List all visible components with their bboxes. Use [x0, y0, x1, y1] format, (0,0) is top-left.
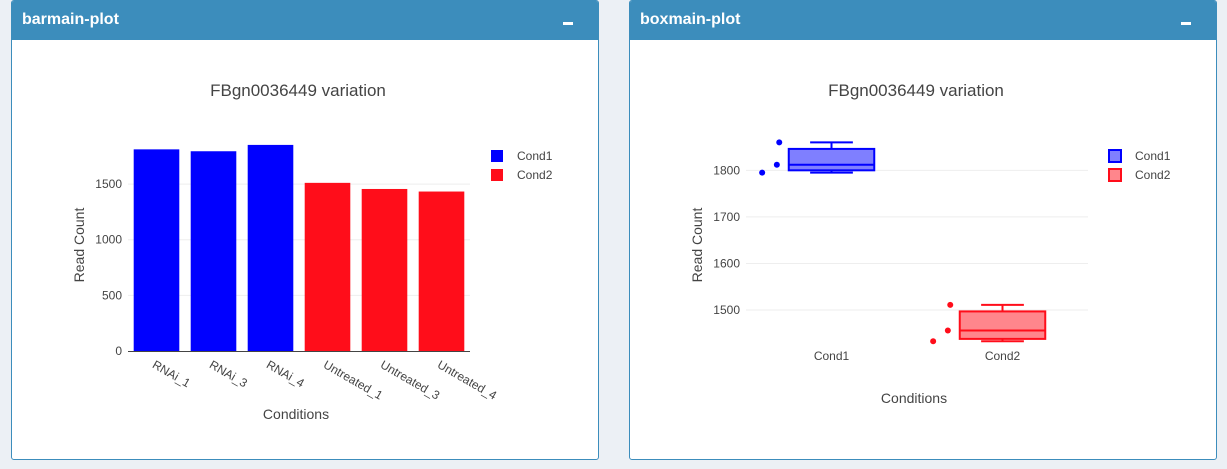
- minus-icon: [1181, 22, 1191, 25]
- legend-label: Cond2: [517, 168, 553, 182]
- box-header: boxmain-plot: [630, 1, 1216, 40]
- data-point: [944, 327, 951, 334]
- collapse-button[interactable]: [1178, 10, 1194, 28]
- y-tick-label: 1700: [713, 210, 740, 224]
- y-axis-label: Read Count: [689, 208, 705, 283]
- legend-swatch: [491, 169, 503, 181]
- x-tick-label: Untreated_4: [435, 357, 499, 402]
- boxmain-plot-box: boxmain-plot FBgn0036449 variation 1500 16…: [629, 0, 1217, 460]
- x-tick-label: RNAi_1: [150, 357, 193, 390]
- bar: [418, 191, 465, 351]
- data-point: [759, 169, 766, 176]
- bar: [361, 188, 408, 351]
- x-tick-label: Cond1: [814, 349, 850, 363]
- chart-title: FBgn0036449 variation: [828, 81, 1004, 100]
- data-point: [776, 139, 783, 146]
- data-point: [773, 161, 780, 168]
- x-tick-label: Cond2: [985, 349, 1021, 363]
- y-axis-label: Read Count: [71, 208, 87, 283]
- y-tick-label: 1500: [95, 177, 122, 191]
- chart-title: FBgn0036449 variation: [210, 81, 386, 100]
- box: [787, 147, 876, 172]
- bar: [247, 144, 294, 351]
- bar-chart[interactable]: FBgn0036449 variation 0 500 1000 1500 RNAi_1 R…: [12, 40, 598, 460]
- legend-label: Cond1: [517, 149, 553, 163]
- y-tick-label: 1500: [713, 303, 740, 317]
- x-tick-label: RNAi_3: [207, 357, 250, 390]
- legend-label: Cond2: [1135, 168, 1171, 182]
- legend-label: Cond1: [1135, 149, 1171, 163]
- y-tick-label: 0: [115, 344, 122, 358]
- box-chart[interactable]: FBgn0036449 variation 1500 1600 1700 1800 Con…: [630, 40, 1216, 460]
- box-title: barmain-plot: [22, 11, 119, 28]
- legend-swatch: [491, 150, 503, 162]
- legend-swatch: [1108, 149, 1122, 163]
- legend-swatch: [1108, 168, 1122, 182]
- y-tick-label: 1800: [713, 163, 740, 177]
- data-point: [930, 338, 937, 345]
- minus-icon: [563, 22, 573, 25]
- y-tick-label: 1000: [95, 233, 122, 247]
- x-tick-label: Untreated_1: [321, 357, 385, 402]
- box: [958, 310, 1047, 340]
- x-axis-label: Conditions: [263, 406, 329, 422]
- bar: [304, 182, 351, 351]
- box-title: boxmain-plot: [640, 11, 741, 28]
- data-point: [947, 301, 954, 308]
- y-tick-label: 1600: [713, 256, 740, 270]
- y-tick-label: 500: [102, 288, 122, 302]
- x-tick-label: Untreated_3: [378, 357, 442, 402]
- box-header: barmain-plot: [12, 1, 598, 40]
- collapse-button[interactable]: [560, 10, 576, 28]
- bar: [133, 149, 180, 351]
- barmain-plot-box: barmain-plot FBgn0036449 variation 0 500 10…: [11, 0, 599, 460]
- x-tick-label: RNAi_4: [264, 357, 307, 390]
- x-axis-label: Conditions: [881, 390, 947, 406]
- bar: [190, 151, 237, 351]
